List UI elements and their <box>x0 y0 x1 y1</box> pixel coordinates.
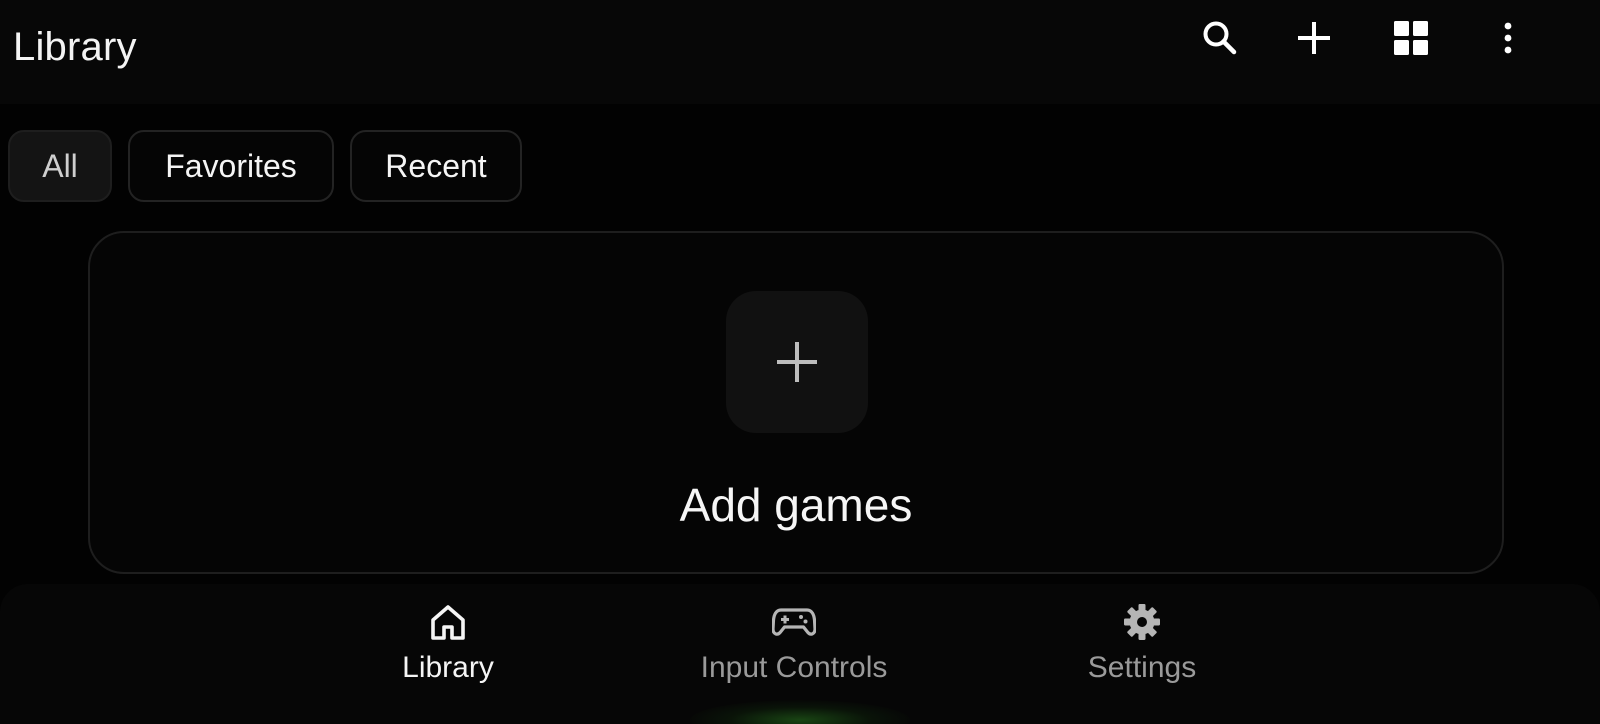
top-app-bar: Library <box>0 0 1600 104</box>
plus-icon <box>1298 22 1330 54</box>
gamepad-icon <box>772 608 816 636</box>
nav-item-library[interactable]: Library <box>318 600 578 700</box>
nav-item-input-controls[interactable]: Input Controls <box>664 600 924 700</box>
more-vertical-icon <box>1504 22 1512 54</box>
add-games-label: Add games <box>679 479 913 531</box>
grid-view-icon <box>1394 21 1428 55</box>
add-games-card[interactable]: Add games <box>88 231 1504 574</box>
filter-chip-all[interactable]: All <box>8 130 112 202</box>
page-title: Library <box>13 25 137 69</box>
filter-chip-label: Recent <box>385 147 487 184</box>
grid-view-button[interactable] <box>1383 10 1439 66</box>
search-icon <box>1203 21 1237 55</box>
more-options-button[interactable] <box>1480 10 1536 66</box>
home-icon <box>431 605 465 640</box>
app-screen: Library All Favorites Recent Add games L… <box>0 0 1600 724</box>
nav-item-settings[interactable]: Settings <box>1012 600 1272 700</box>
filter-chip-favorites[interactable]: Favorites <box>128 130 334 202</box>
nav-icon-wrap <box>426 600 470 644</box>
gear-icon <box>1124 604 1160 640</box>
plus-icon <box>777 342 817 382</box>
nav-item-label: Library <box>402 651 494 684</box>
filter-chip-label: All <box>42 147 78 184</box>
nav-icon-wrap <box>772 600 816 644</box>
add-games-tile[interactable] <box>726 291 868 433</box>
nav-icon-wrap <box>1120 600 1164 644</box>
nav-item-label: Input Controls <box>700 651 888 684</box>
add-button[interactable] <box>1286 10 1342 66</box>
search-button[interactable] <box>1192 10 1248 66</box>
nav-item-label: Settings <box>1087 651 1197 684</box>
filter-chip-recent[interactable]: Recent <box>350 130 522 202</box>
filter-chip-label: Favorites <box>165 147 297 184</box>
